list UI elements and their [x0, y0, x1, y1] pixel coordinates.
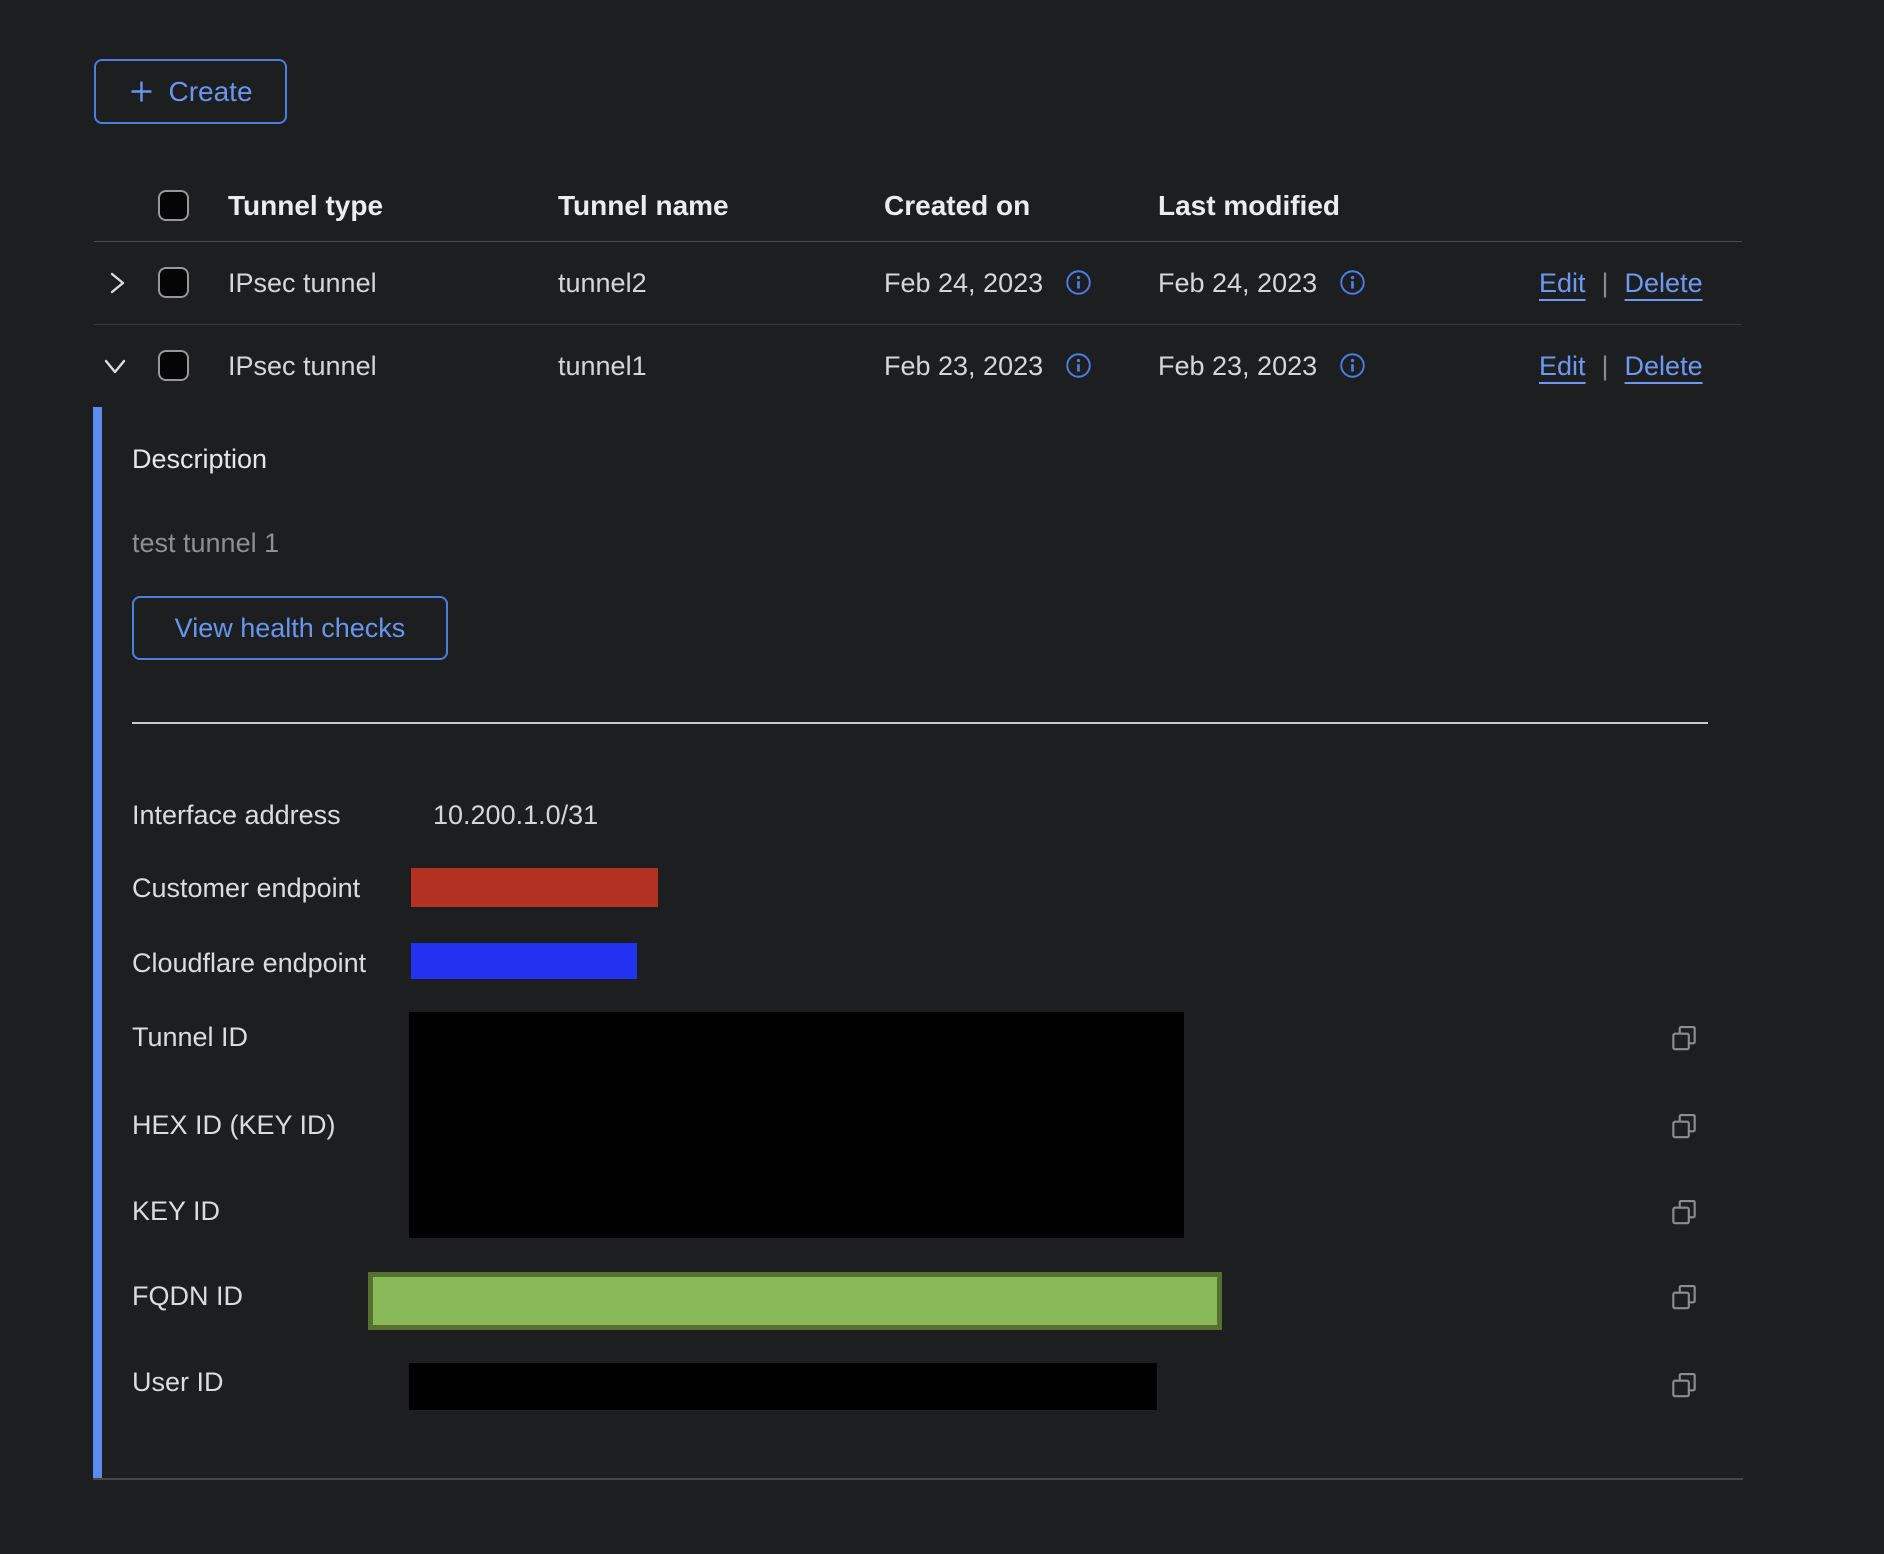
table-row-tunnel1: IPsec tunnel tunnel1 Feb 23, 2023 Feb 23… — [94, 325, 1742, 407]
info-icon[interactable] — [1339, 352, 1366, 379]
interface-address-label: Interface address — [132, 800, 341, 831]
actions-separator: | — [1602, 351, 1609, 381]
header-tunnel-name: Tunnel name — [558, 170, 729, 241]
ipsec-tunnels-page: Create Tunnel type Tunnel name Created o… — [0, 0, 1884, 1554]
chevron-right-icon[interactable] — [102, 268, 132, 298]
interface-address-value: 10.200.1.0/31 — [433, 800, 598, 831]
actions-separator: | — [1602, 268, 1609, 298]
user-id-label: User ID — [132, 1367, 224, 1398]
key-id-label: KEY ID — [132, 1196, 220, 1227]
tunnel-id-label: Tunnel ID — [132, 1022, 248, 1053]
modified-date: Feb 23, 2023 — [1158, 351, 1317, 381]
table-header-row: Tunnel type Tunnel name Created on Last … — [94, 170, 1742, 241]
cell-created-on: Feb 23, 2023 — [884, 325, 1092, 407]
cell-tunnel-type: IPsec tunnel — [228, 242, 377, 324]
cloudflare-endpoint-label: Cloudflare endpoint — [132, 948, 366, 979]
plus-icon — [128, 78, 155, 105]
copy-key-id-button[interactable] — [1668, 1196, 1700, 1228]
customer-endpoint-label: Customer endpoint — [132, 873, 360, 904]
cell-tunnel-type: IPsec tunnel — [228, 325, 377, 407]
expanded-row-accent-bar — [93, 407, 102, 1478]
create-button[interactable]: Create — [94, 59, 287, 124]
delete-link[interactable]: Delete — [1625, 351, 1703, 381]
fqdn-id-redacted-value — [368, 1272, 1222, 1330]
table-row-tunnel2: IPsec tunnel tunnel2 Feb 24, 2023 Feb 24… — [94, 242, 1742, 324]
header-created-on: Created on — [884, 170, 1030, 241]
header-last-modified: Last modified — [1158, 170, 1340, 241]
user-id-redacted-value — [409, 1363, 1157, 1410]
row-checkbox[interactable] — [158, 267, 189, 298]
description-value: test tunnel 1 — [132, 528, 279, 559]
create-button-label: Create — [168, 76, 252, 108]
created-date: Feb 24, 2023 — [884, 268, 1043, 298]
created-date: Feb 23, 2023 — [884, 351, 1043, 381]
view-health-checks-button[interactable]: View health checks — [132, 596, 448, 660]
cell-tunnel-name: tunnel1 — [558, 325, 647, 407]
modified-date: Feb 24, 2023 — [1158, 268, 1317, 298]
info-icon[interactable] — [1339, 269, 1366, 296]
panel-bottom-divider — [93, 1478, 1743, 1480]
row-actions: Edit | Delete — [1539, 325, 1703, 407]
ids-redacted-block — [409, 1012, 1184, 1238]
cell-tunnel-name: tunnel2 — [558, 242, 647, 324]
edit-link[interactable]: Edit — [1539, 351, 1586, 381]
copy-tunnel-id-button[interactable] — [1668, 1022, 1700, 1054]
info-icon[interactable] — [1065, 269, 1092, 296]
copy-user-id-button[interactable] — [1668, 1369, 1700, 1401]
row-actions: Edit | Delete — [1539, 242, 1703, 324]
cell-last-modified: Feb 23, 2023 — [1158, 325, 1366, 407]
cell-created-on: Feb 24, 2023 — [884, 242, 1092, 324]
delete-link[interactable]: Delete — [1625, 268, 1703, 298]
description-label: Description — [132, 444, 267, 475]
copy-hex-id-button[interactable] — [1668, 1110, 1700, 1142]
cell-last-modified: Feb 24, 2023 — [1158, 242, 1366, 324]
details-divider — [132, 722, 1708, 724]
customer-endpoint-redacted-value — [411, 868, 658, 907]
cloudflare-endpoint-redacted-value — [411, 943, 637, 979]
hex-id-label: HEX ID (KEY ID) — [132, 1110, 336, 1141]
edit-link[interactable]: Edit — [1539, 268, 1586, 298]
chevron-down-icon[interactable] — [100, 351, 130, 381]
header-tunnel-type: Tunnel type — [228, 170, 383, 241]
info-icon[interactable] — [1065, 352, 1092, 379]
fqdn-id-label: FQDN ID — [132, 1281, 243, 1312]
copy-fqdn-id-button[interactable] — [1668, 1281, 1700, 1313]
select-all-checkbox[interactable] — [158, 190, 189, 221]
row-checkbox[interactable] — [158, 350, 189, 381]
